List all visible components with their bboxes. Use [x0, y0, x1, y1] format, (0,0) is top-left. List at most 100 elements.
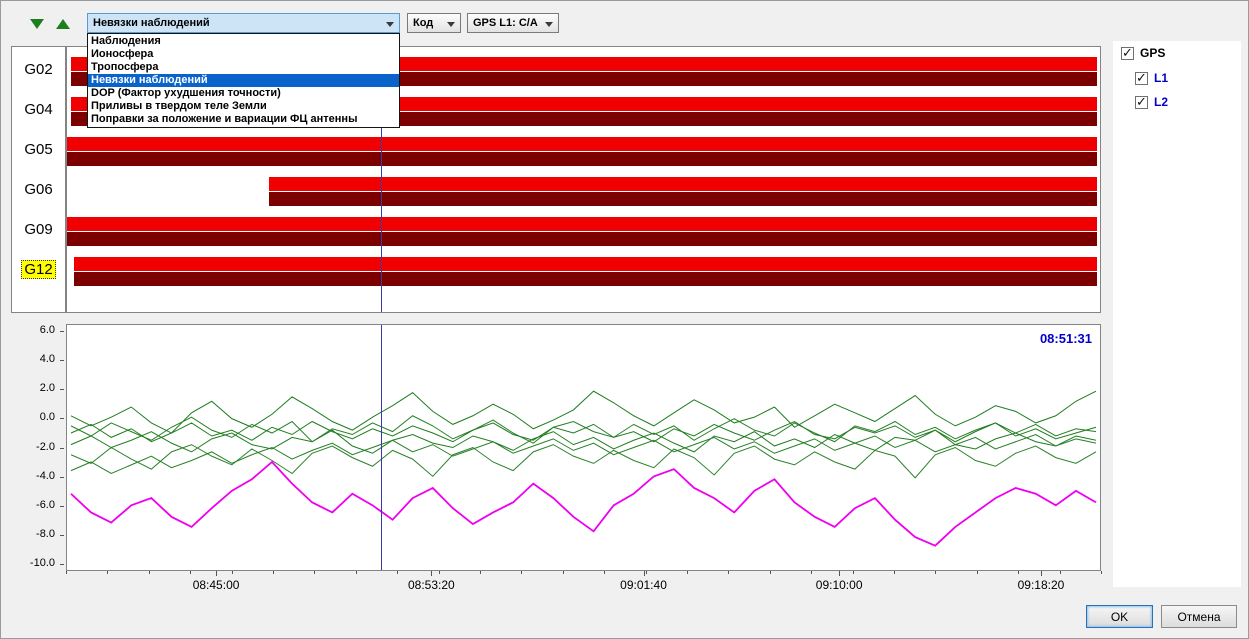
checkbox-gps-label: GPS [1140, 46, 1165, 60]
sat-bar-G05-L2[interactable] [67, 152, 1097, 166]
x-major-tick [1041, 571, 1042, 576]
checkbox-icon[interactable]: ✓ [1135, 72, 1148, 85]
y-tick-mark [60, 389, 64, 390]
green-triangle-down-icon[interactable] [27, 15, 47, 33]
dropdown-item-1[interactable]: Ионосфера [88, 48, 399, 61]
satellite-label-row: G12 [12, 261, 65, 279]
checkbox-icon[interactable]: ✓ [1121, 47, 1134, 60]
y-tick-mark [60, 448, 64, 449]
ok-button[interactable]: OK [1086, 605, 1153, 628]
x-tick-label: 08:45:00 [193, 578, 240, 592]
satellite-label-G12[interactable]: G12 [21, 260, 55, 279]
x-tick-label: 09:18:20 [1018, 578, 1065, 592]
x-minor-tick [563, 571, 564, 574]
sat-bar-G09-L1[interactable] [67, 217, 1097, 231]
checkmark-icon: ✓ [1136, 94, 1147, 110]
dropdown-item-2[interactable]: Тропосфера [88, 61, 399, 74]
y-tick-mark [60, 477, 64, 478]
dropdown-item-0[interactable]: Наблюдения [88, 35, 399, 48]
satellite-label-row: G09 [12, 221, 65, 239]
satellite-label-G05[interactable]: G05 [22, 141, 54, 158]
sat-bar-G09-L2[interactable] [67, 232, 1097, 246]
x-minor-tick [646, 571, 647, 574]
residuals-plot[interactable]: 08:51:31 [66, 324, 1101, 571]
sat-bar-G06-L1[interactable] [269, 177, 1096, 191]
satellite-label-row: G06 [12, 181, 65, 199]
x-minor-tick [107, 571, 108, 574]
app-window: Невязки наблюдений Код GPS L1: C/A ✓ GPS… [0, 0, 1249, 639]
signal-select[interactable]: GPS L1: C/A [467, 13, 559, 33]
y-tick-mark [60, 418, 64, 419]
measurement-value: Код [413, 17, 433, 29]
checkbox-gps[interactable]: ✓ GPS [1121, 46, 1165, 60]
x-minor-tick [1101, 571, 1102, 574]
chevron-down-icon [545, 22, 553, 27]
x-major-tick [216, 571, 217, 576]
y-tick-label: -10.0 [30, 557, 55, 569]
x-minor-tick [397, 571, 398, 574]
x-minor-tick [480, 571, 481, 574]
checkbox-l1[interactable]: ✓ L1 [1135, 71, 1168, 85]
x-minor-tick [1018, 571, 1019, 574]
checkmark-icon: ✓ [1136, 70, 1147, 86]
y-tick-mark [60, 331, 64, 332]
cancel-button[interactable]: Отмена [1161, 605, 1237, 628]
x-axis-labels: 08:45:0008:53:2009:01:4009:10:0009:18:20 [66, 571, 1101, 595]
x-minor-tick [521, 571, 522, 574]
x-major-tick [839, 571, 840, 576]
satellite-label-row: G02 [12, 61, 65, 79]
triangle-down-glyph [30, 19, 44, 29]
dropdown-item-3[interactable]: Невязки наблюдений [88, 74, 399, 87]
x-minor-tick [149, 571, 150, 574]
chevron-down-icon [386, 22, 394, 27]
signal-value: GPS L1: C/A [473, 17, 538, 29]
plot-type-select[interactable]: Невязки наблюдений [87, 13, 400, 33]
sat-bar-G06-L2[interactable] [269, 192, 1096, 206]
x-minor-tick [356, 571, 357, 574]
dropdown-item-4[interactable]: DOP (Фактор ухудшения точности) [88, 87, 399, 100]
y-tick-mark [60, 564, 64, 565]
chevron-down-icon [447, 22, 455, 27]
x-minor-tick [770, 571, 771, 574]
satellite-label-G04[interactable]: G04 [22, 101, 54, 118]
satellite-label-G06[interactable]: G06 [22, 181, 54, 198]
plot-type-value: Невязки наблюдений [93, 17, 210, 29]
measurement-select[interactable]: Код [407, 13, 461, 33]
x-major-tick [431, 571, 432, 576]
satellite-label-G09[interactable]: G09 [22, 221, 54, 238]
x-minor-tick [977, 571, 978, 574]
checkbox-l2[interactable]: ✓ L2 [1135, 95, 1168, 109]
y-tick-label: 4.0 [40, 353, 55, 365]
x-minor-tick [604, 571, 605, 574]
green-triangle-up-icon[interactable] [53, 15, 73, 33]
x-minor-tick [687, 571, 688, 574]
x-minor-tick [190, 571, 191, 574]
checkmark-icon: ✓ [1122, 45, 1133, 61]
sat-bar-G05-L1[interactable] [67, 137, 1097, 151]
sat-bar-G12-L2[interactable] [74, 272, 1097, 286]
x-minor-tick [314, 571, 315, 574]
residuals-svg [67, 325, 1100, 570]
y-tick-label: -2.0 [36, 441, 55, 453]
x-minor-tick [853, 571, 854, 574]
x-minor-tick [273, 571, 274, 574]
time-cursor-line[interactable] [381, 325, 382, 570]
y-tick-label: 0.0 [40, 411, 55, 423]
satellite-label-G02[interactable]: G02 [22, 61, 54, 78]
x-minor-tick [894, 571, 895, 574]
sat-bar-G12-L1[interactable] [74, 257, 1097, 271]
x-minor-tick [232, 571, 233, 574]
plot-type-dropdown-list: НаблюденияИоносфераТропосфераНевязки наб… [87, 33, 400, 128]
y-tick-mark [60, 535, 64, 536]
signal-filter-panel: ✓ GPS ✓ L1 ✓ L2 [1113, 41, 1241, 587]
dropdown-item-5[interactable]: Приливы в твердом теле Земли [88, 100, 399, 113]
y-tick-label: 6.0 [40, 324, 55, 336]
x-minor-tick [728, 571, 729, 574]
satellite-label-row: G04 [12, 101, 65, 119]
checkbox-icon[interactable]: ✓ [1135, 96, 1148, 109]
y-tick-mark [60, 506, 64, 507]
dropdown-item-6[interactable]: Поправки за положение и вариации ФЦ анте… [88, 113, 399, 126]
y-tick-mark [60, 360, 64, 361]
x-minor-tick [66, 571, 67, 574]
checkbox-l2-label: L2 [1154, 95, 1168, 109]
